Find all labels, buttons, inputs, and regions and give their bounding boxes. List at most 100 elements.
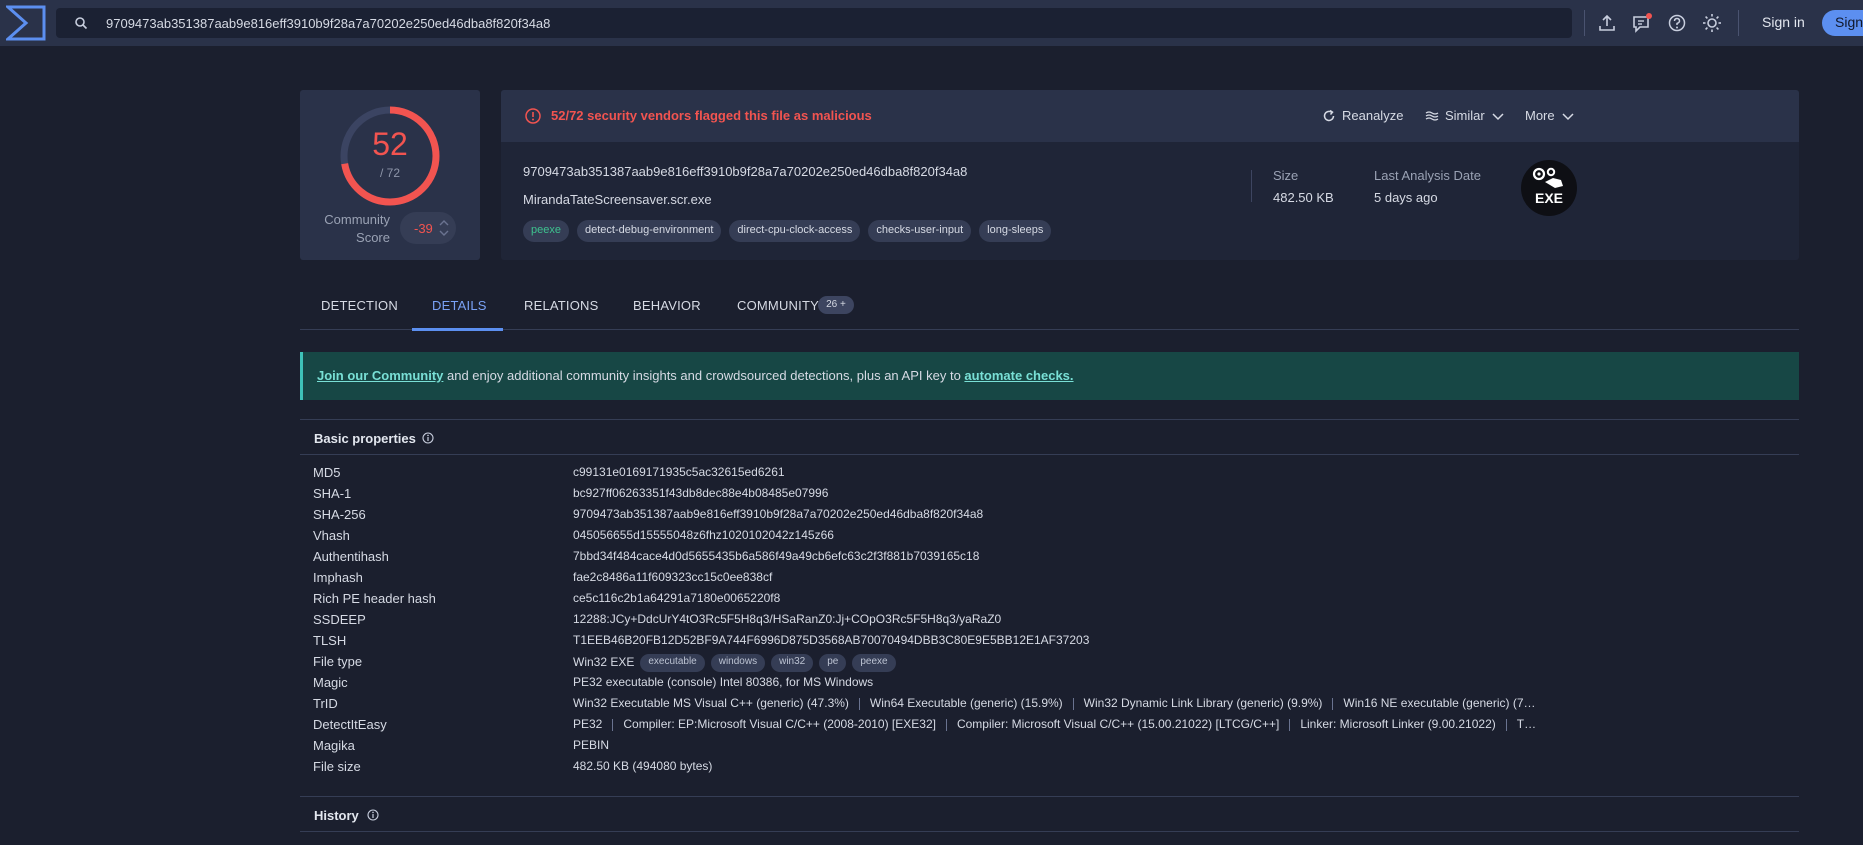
property-value-text: c99131e0169171935c5ac32615ed6261 <box>573 465 785 479</box>
property-value[interactable]: 12288:JCy+DdcUrY4tO3Rc5F5H8q3/HSaRanZ0:J… <box>573 612 1001 626</box>
property-value[interactable]: T1EEB46B20FB12D52BF9A744F6996D875D3568AB… <box>573 633 1089 647</box>
property-value[interactable]: Win32 Executable MS Visual C++ (generic)… <box>573 696 1597 710</box>
file-hash[interactable]: 9709473ab351387aab9e816eff3910b9f28a7a70… <box>523 164 967 179</box>
chevron-down-icon <box>1562 112 1574 120</box>
similar-dropdown[interactable]: Similar <box>1425 108 1505 123</box>
property-key: Vhash <box>313 528 350 543</box>
property-value[interactable]: fae2c8486a11f609323cc15c0ee838cf <box>573 570 772 584</box>
tag[interactable]: direct-cpu-clock-access <box>729 220 861 242</box>
separator <box>1072 697 1074 710</box>
property-key: TLSH <box>313 633 347 648</box>
sign-in-link[interactable]: Sign in <box>1762 14 1805 30</box>
detection-total: / 72 <box>379 166 400 180</box>
property-value[interactable]: PE32 executable (console) Intel 80386, f… <box>573 675 873 689</box>
property-value[interactable]: 9709473ab351387aab9e816eff3910b9f28a7a70… <box>573 507 983 521</box>
info-icon[interactable] <box>422 432 434 444</box>
sign-up-button[interactable]: Sign <box>1822 10 1863 36</box>
property-value-part: Compiler: Microsoft Visual C/C++ (15.00.… <box>956 717 1280 731</box>
separator <box>1505 718 1507 731</box>
basic-properties-header: Basic properties <box>300 419 1799 455</box>
property-key: Imphash <box>313 570 363 585</box>
property-value-text: 482.50 KB (494080 bytes) <box>573 759 713 773</box>
notifications-icon[interactable] <box>1631 12 1653 34</box>
property-key: File size <box>313 759 361 774</box>
property-key: Magic <box>313 675 348 690</box>
community-score-label: Community Score <box>324 212 390 245</box>
property-value[interactable]: bc927ff06263351f43db8dec88e4b08485e07996 <box>573 486 828 500</box>
tab-bar: DETECTION DETAILS RELATIONS BEHAVIOR COM… <box>300 290 1799 330</box>
file-type-tag[interactable]: pe <box>819 654 847 672</box>
file-summary-panel: 52/72 security vendors flagged this file… <box>501 90 1799 260</box>
community-score-widget[interactable]: -39 <box>400 212 456 244</box>
similar-icon <box>1425 110 1439 121</box>
property-value[interactable]: 7bbd34f484cace4d0d5655435b6a586f49a49cb6… <box>573 549 979 563</box>
property-key: SHA-1 <box>313 486 352 501</box>
community-score-value: -39 <box>414 221 433 236</box>
tag[interactable]: long-sleeps <box>979 220 1052 242</box>
tag[interactable]: checks-user-input <box>868 220 972 242</box>
property-row: DetectItEasy PE32 Compiler: EP:Microsoft V… <box>313 714 1793 735</box>
tab-details[interactable]: DETAILS <box>432 298 487 313</box>
tab-behavior[interactable]: BEHAVIOR <box>633 298 701 313</box>
separator <box>612 718 614 731</box>
section-title: Basic properties <box>314 431 416 446</box>
separator <box>858 697 860 710</box>
alert-icon <box>525 108 541 124</box>
file-type-tag[interactable]: windows <box>710 654 766 672</box>
property-value[interactable]: PEBIN <box>573 738 609 752</box>
join-community-link[interactable]: Join our Community <box>317 368 443 383</box>
property-row: File size 482.50 KB (494080 bytes) <box>313 756 1793 777</box>
property-value[interactable]: 045056655d15555048z6fhz1020102042z145z66 <box>573 528 834 542</box>
tag[interactable]: detect-debug-environment <box>576 220 722 242</box>
property-value-text: ce5c116c2b1a64291a7180e0065220f8 <box>573 591 781 605</box>
info-icon[interactable] <box>367 809 379 821</box>
property-value-part: Win32 Dynamic Link Library (generic) (9.… <box>1083 696 1323 710</box>
file-type-tag[interactable]: win32 <box>771 654 814 672</box>
property-value[interactable]: Win32 EXE executable windows win32 pe peexe <box>573 654 896 672</box>
reanalyze-button[interactable]: Reanalyze <box>1322 108 1403 123</box>
vote-arrows-icon[interactable] <box>438 217 450 239</box>
file-type-label: EXE <box>1534 190 1563 206</box>
property-row: TLSH T1EEB46B20FB12D52BF9A744F6996D875D35… <box>313 630 1793 651</box>
tab-detection[interactable]: DETECTION <box>321 298 398 313</box>
help-icon[interactable] <box>1666 12 1688 34</box>
file-type-tag[interactable]: executable <box>640 654 705 672</box>
property-key: SHA-256 <box>313 507 366 522</box>
size-value: 482.50 KB <box>1273 190 1334 205</box>
property-key: Magika <box>313 738 355 753</box>
property-value-text: PEBIN <box>573 738 610 752</box>
property-row: TrID Win32 Executable MS Visual C++ (gene… <box>313 693 1793 714</box>
virustotal-logo[interactable] <box>6 5 46 41</box>
property-value[interactable]: ce5c116c2b1a64291a7180e0065220f8 <box>573 591 780 605</box>
property-value-text: T1EEB46B20FB12D52BF9A744F6996D875D3568AB… <box>573 633 1090 647</box>
upload-icon[interactable] <box>1596 12 1618 34</box>
property-value[interactable]: c99131e0169171935c5ac32615ed6261 <box>573 465 785 479</box>
property-row: Vhash 045056655d15555048z6fhz1020102042z1… <box>313 525 1793 546</box>
file-type-badge: EXE <box>1521 160 1577 216</box>
community-count-badge: 26 + <box>818 296 854 314</box>
theme-toggle-icon[interactable] <box>1701 12 1723 34</box>
banner-middle-text: and enjoy additional community insights … <box>443 368 965 383</box>
property-row: Magic PE32 executable (console) Intel 803… <box>313 672 1793 693</box>
property-value-text: fae2c8486a11f609323cc15c0ee838cf <box>573 570 773 584</box>
history-header: History <box>300 796 1799 832</box>
property-value-part: Win64 Executable (generic) (15.9%) <box>869 696 1063 710</box>
file-type-tag[interactable]: peexe <box>852 654 896 672</box>
more-dropdown[interactable]: More <box>1525 108 1575 123</box>
tag[interactable]: peexe <box>523 220 569 242</box>
property-value[interactable]: PE32 Compiler: EP:Microsoft Visual C/C++ … <box>573 717 1597 731</box>
property-value-text: 045056655d15555048z6fhz1020102042z145z66 <box>573 528 834 542</box>
property-value[interactable]: 482.50 KB (494080 bytes) <box>573 759 712 773</box>
summary-header: 52/72 security vendors flagged this file… <box>501 90 1799 142</box>
property-value-part: PE32 <box>573 717 603 731</box>
banner-text: Join our Community and enjoy additional … <box>317 368 1074 383</box>
tab-relations[interactable]: RELATIONS <box>524 298 599 313</box>
divider <box>1584 10 1585 36</box>
property-value-part: T… <box>1516 717 1537 731</box>
search-bar[interactable] <box>56 8 1572 38</box>
property-value-text: 12288:JCy+DdcUrY4tO3Rc5F5H8q3/HSaRanZ0:J… <box>573 612 1002 626</box>
automate-checks-link[interactable]: automate checks. <box>964 368 1073 383</box>
property-key: TrID <box>313 696 338 711</box>
search-input[interactable] <box>106 8 1546 38</box>
tab-community[interactable]: COMMUNITY <box>737 298 819 313</box>
